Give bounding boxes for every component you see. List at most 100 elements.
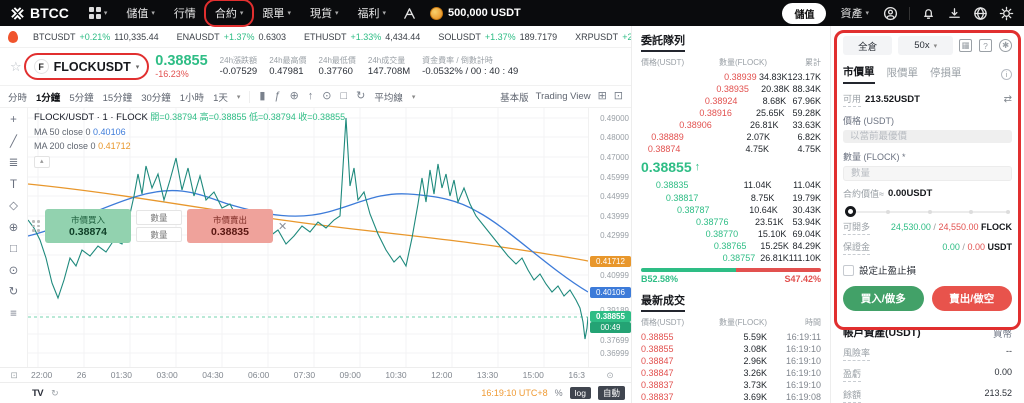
symbol-selector[interactable]: F FLOCKUSDT ▾	[34, 59, 140, 74]
trade-row[interactable]: 0.388373.73K16:19:10	[632, 379, 830, 391]
auto-scale-toggle[interactable]: 自動	[598, 386, 625, 400]
ticker-item[interactable]: ENAUSDT+1.37%0.6303	[168, 32, 295, 42]
target-tool-icon[interactable]: ⊙	[9, 266, 19, 278]
ask-row[interactable]: 0.3890626.81K33.63K	[632, 119, 830, 131]
fullscreen-icon[interactable]: ⊡	[614, 91, 623, 102]
assets-menu[interactable]: 資產▾	[837, 3, 872, 23]
tab-stop-order[interactable]: 停損單	[930, 65, 962, 83]
chart-clock[interactable]: 16:19:10 UTC+8	[481, 388, 547, 398]
favorite-star-icon[interactable]: ☆	[10, 59, 22, 75]
price-axis[interactable]: 0.49000 0.48000 0.47000 0.45999 0.44999 …	[588, 108, 631, 367]
nav-item-deposit[interactable]: 儲值▾	[123, 3, 158, 23]
ask-row[interactable]: 0.388892.07K6.82K	[632, 131, 830, 143]
ticker-item[interactable]: SOLUSDT+1.37%189.7179	[429, 32, 566, 42]
timeframe-30m[interactable]: 30分鐘	[141, 90, 171, 104]
tpsl-checkbox[interactable]	[843, 265, 854, 276]
compare-icon[interactable]: ⊕	[290, 91, 299, 102]
replay-tool-icon[interactable]: ↻	[9, 287, 19, 299]
trade-row[interactable]: 0.388373.69K16:19:08	[632, 391, 830, 403]
nav-item-rewards[interactable]: 福利▾	[354, 3, 389, 23]
ticker-item[interactable]: BTCUSDT+0.21%110,335.44	[24, 32, 168, 42]
trade-row[interactable]: 0.388555.59K16:19:11	[632, 331, 830, 343]
ask-row[interactable]: 0.3891625.65K59.28K	[632, 107, 830, 119]
export-icon[interactable]: ↑	[308, 91, 314, 102]
indicators-icon[interactable]: ƒ	[274, 91, 280, 102]
percent-scale-toggle[interactable]: %	[555, 388, 563, 398]
replay-icon[interactable]: ↻	[356, 91, 365, 102]
nav-item-markets[interactable]: 行情	[171, 3, 199, 23]
price-chart[interactable]: FLOCK/USDT · 1 · FLOCK 開=0.38794 高=0.388…	[28, 108, 588, 367]
deposit-button[interactable]: 儲值	[782, 3, 826, 24]
activity-icon[interactable]	[402, 6, 417, 21]
buy-long-button[interactable]: 買入/做多	[843, 286, 924, 311]
widget-qty-input-1[interactable]	[136, 210, 182, 225]
tradingview-label[interactable]: Trading View	[536, 91, 591, 102]
slider-knob[interactable]	[845, 206, 856, 217]
candle-style-icon[interactable]: ▮	[259, 91, 265, 102]
bid-row[interactable]: 0.3878710.64K30.43K	[632, 204, 830, 216]
axis-settings-icon[interactable]: ⊙	[588, 370, 632, 381]
ask-row[interactable]: 0.3893934.83K123.17K	[632, 71, 830, 83]
bid-row[interactable]: 0.3876515.25K84.29K	[632, 240, 830, 252]
timeframe-5m[interactable]: 5分鐘	[69, 90, 93, 104]
buy-crypto-link[interactable]: 買幣	[993, 326, 1012, 340]
trendline-tool-icon[interactable]: ╱	[10, 137, 17, 149]
layout-box-icon[interactable]: □	[341, 91, 348, 102]
language-globe-icon[interactable]	[973, 6, 988, 21]
shapes-tool-icon[interactable]: ◇	[9, 201, 18, 213]
drag-handle-icon[interactable]	[32, 220, 40, 232]
leverage-select[interactable]: 50x▾	[898, 36, 953, 55]
timeframe-1d[interactable]: 1天	[213, 90, 228, 104]
bid-row[interactable]: 0.3883511.04K11.04K	[632, 179, 830, 191]
profile-icon[interactable]	[883, 6, 898, 21]
nav-item-spot[interactable]: 現貨▾	[307, 3, 342, 23]
bid-row[interactable]: 0.3877623.51K53.94K	[632, 216, 830, 228]
nav-item-copy-trading[interactable]: 跟單▾	[259, 3, 294, 23]
ticker-item[interactable]: ETHUSDT+1.33%4,434.44	[295, 32, 429, 42]
timeframe-1m[interactable]: 1分鐘	[36, 90, 60, 104]
timeframe-1h[interactable]: 1小時	[180, 90, 204, 104]
chevron-down-icon[interactable]: ▾	[237, 93, 241, 101]
refresh-icon[interactable]: ↻	[51, 388, 59, 399]
rect-tool-icon[interactable]: □	[10, 244, 17, 256]
trade-row[interactable]: 0.388472.96K16:19:10	[632, 355, 830, 367]
crosshair-tool-icon[interactable]: +	[10, 115, 17, 127]
bid-row[interactable]: 0.3875726.81K111.10K	[632, 252, 830, 264]
legend-collapse-button[interactable]: ▴	[34, 156, 50, 169]
trade-row[interactable]: 0.388553.08K16:19:10	[632, 343, 830, 355]
timeframe-15m[interactable]: 15分鐘	[103, 90, 133, 104]
timeframe-time[interactable]: 分時	[8, 90, 27, 104]
ask-row[interactable]: 0.388744.75K4.75K	[632, 143, 830, 155]
tab-limit-order[interactable]: 限價單	[887, 65, 919, 83]
lines-tool-icon[interactable]: ≡	[10, 309, 17, 321]
time-axis[interactable]: ⊡ 22:00 26 01:30 03:00 04:30 06:00 07:30…	[0, 367, 631, 382]
grid-layout-icon[interactable]: ⊞	[598, 91, 607, 102]
transfer-icon[interactable]: ⇄	[1004, 94, 1012, 105]
calculator-icon[interactable]: ▦	[959, 39, 972, 52]
widget-qty-input-2[interactable]	[136, 227, 182, 242]
market-sell-button[interactable]: 市價賣出 0.38835	[187, 209, 273, 243]
download-icon[interactable]	[947, 6, 962, 21]
demo-balance[interactable]: 500,000 USDT	[430, 7, 521, 20]
market-buy-button[interactable]: 市價買入 0.38874	[45, 209, 131, 243]
measure-tool-icon[interactable]: ⊕	[9, 223, 19, 235]
apps-menu[interactable]: ▾	[82, 5, 111, 21]
ask-row[interactable]: 0.389248.68K67.96K	[632, 95, 830, 107]
notifications-bell-icon[interactable]	[921, 6, 936, 21]
alert-clock-icon[interactable]: ⊙	[322, 91, 331, 102]
bid-row[interactable]: 0.388178.75K19.79K	[632, 192, 830, 204]
close-icon[interactable]: ✕	[278, 220, 287, 233]
orderbook-last-price[interactable]: 0.38855↑	[632, 155, 830, 179]
tradingview-logo[interactable]: TV	[32, 388, 43, 399]
gear-icon[interactable]: ✱	[999, 39, 1012, 52]
tab-market-order[interactable]: 市價單	[843, 64, 875, 84]
help-icon[interactable]: ?	[979, 39, 992, 52]
info-icon[interactable]: i	[1001, 69, 1012, 80]
ma-menu[interactable]: 平均線	[374, 90, 403, 104]
trade-row[interactable]: 0.388473.26K16:19:10	[632, 367, 830, 379]
ticker-item[interactable]: XRPUSDT+2.14%2.91967	[566, 32, 631, 42]
margin-mode-select[interactable]: 全倉	[843, 36, 892, 55]
btcc-logo[interactable]: BTCC	[10, 5, 69, 21]
quantity-slider[interactable]	[845, 205, 1010, 213]
text-tool-icon[interactable]: T	[10, 180, 17, 192]
